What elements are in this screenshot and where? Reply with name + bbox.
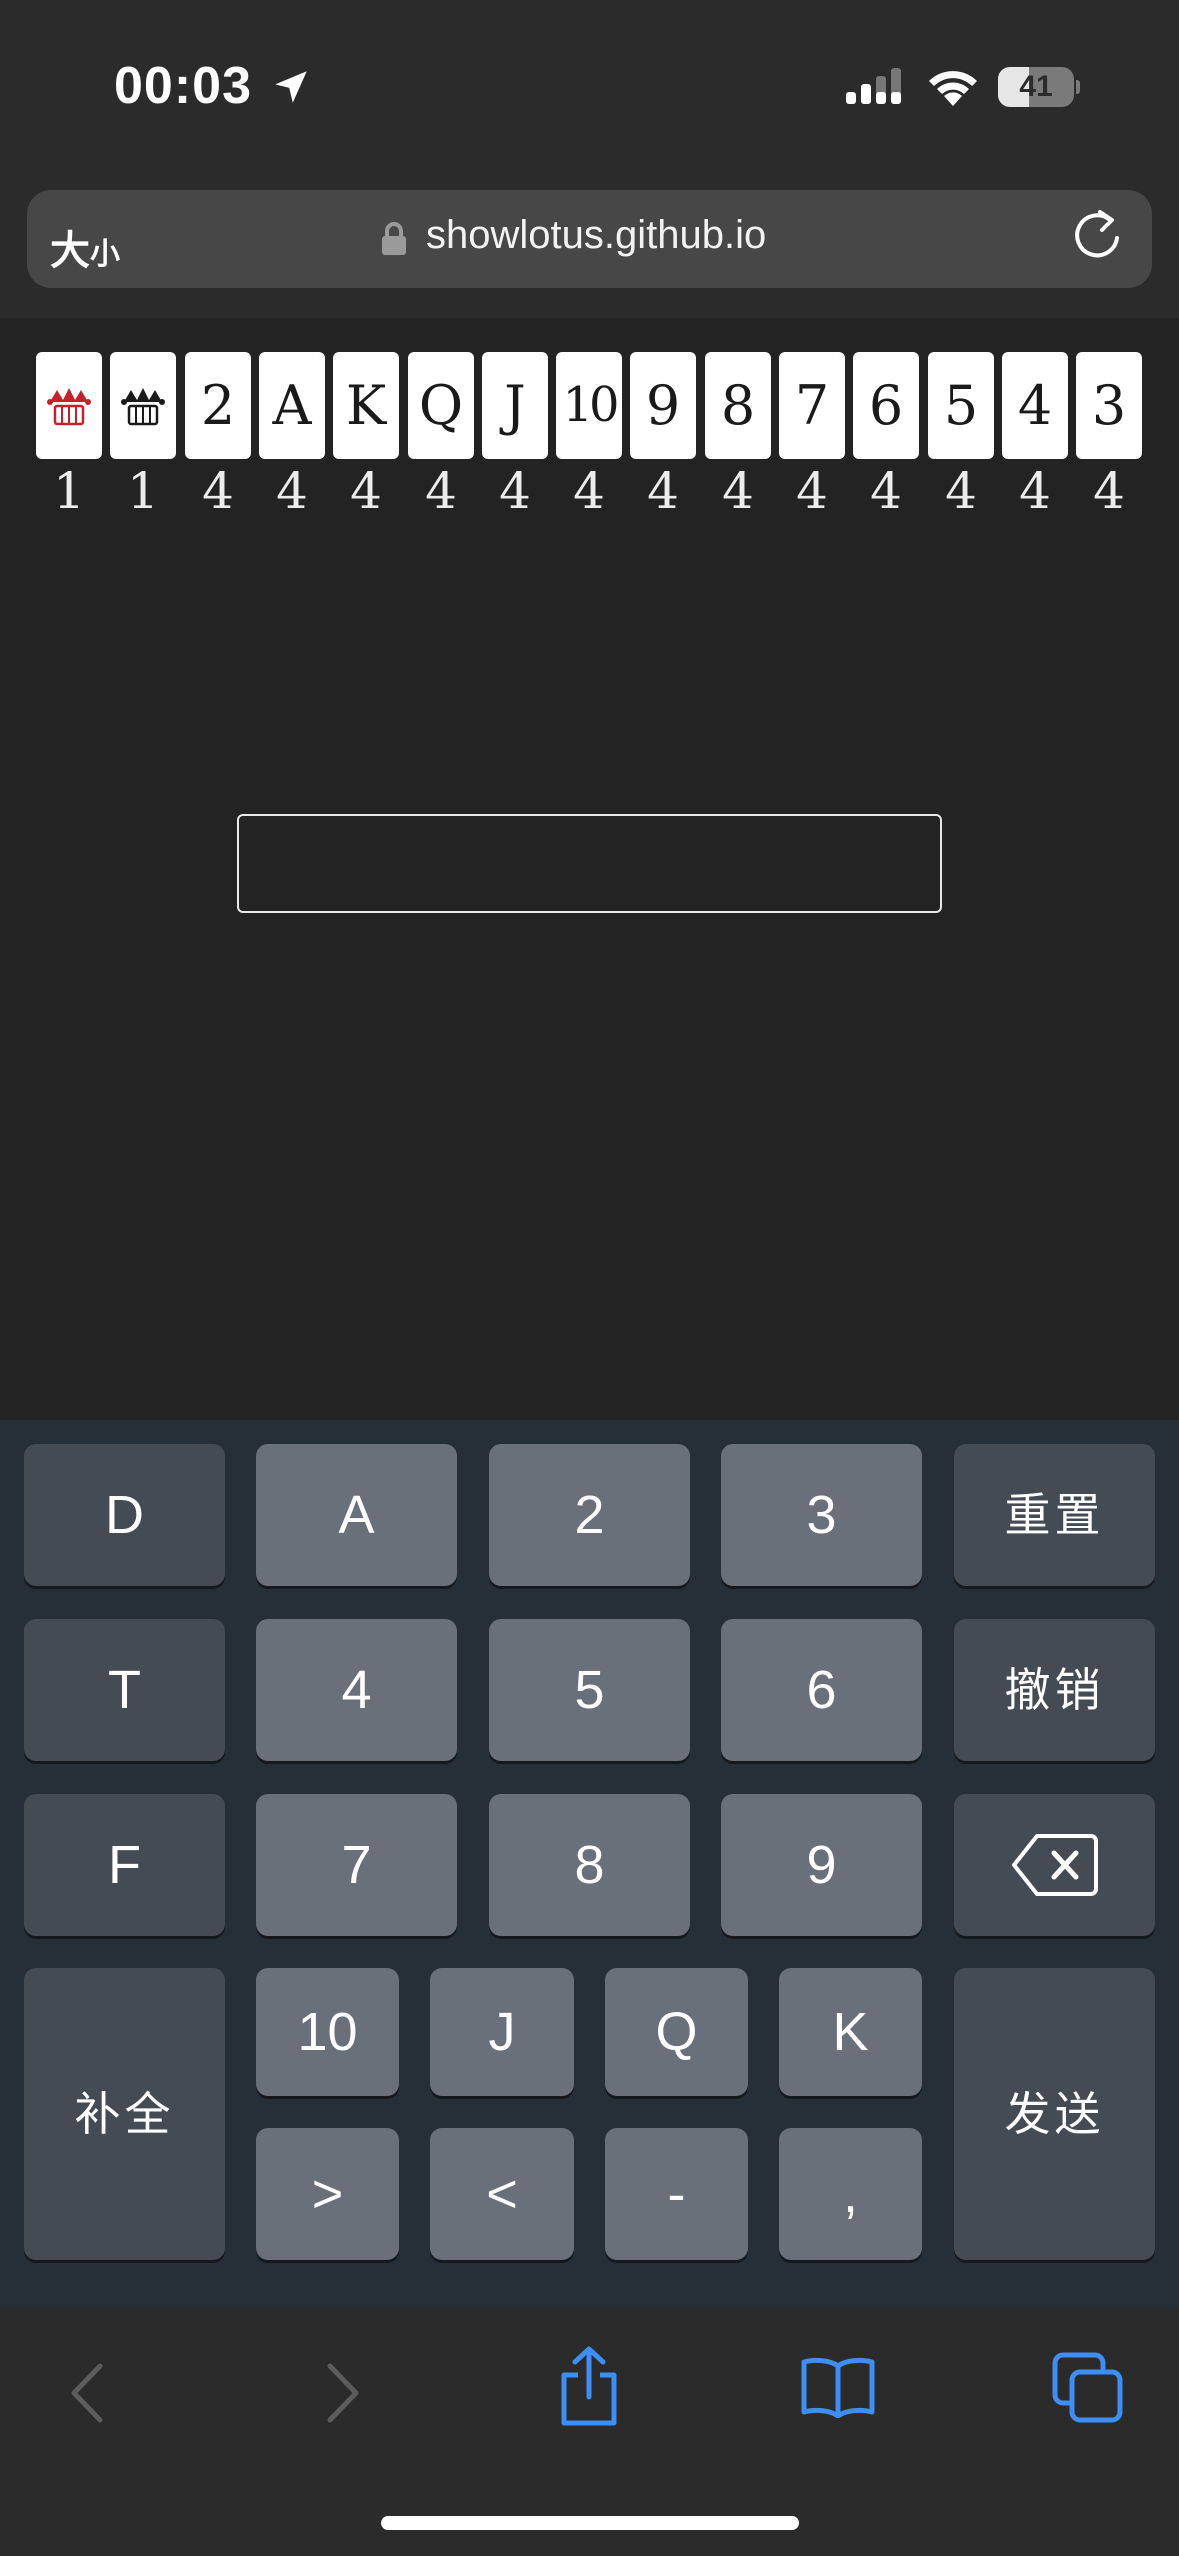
battery-indicator: 41 <box>998 67 1080 107</box>
key-a[interactable]: A <box>256 1444 457 1586</box>
key-5[interactable]: 5 <box>489 1619 690 1761</box>
key-d[interactable]: D <box>24 1444 225 1586</box>
card-count: 4 <box>276 462 308 520</box>
battery-level: 41 <box>1019 70 1053 103</box>
card-count: 4 <box>350 462 382 520</box>
fill-all-button[interactable]: 补全 <box>24 1968 225 2260</box>
card-count: 4 <box>647 462 679 520</box>
lock-icon <box>382 222 406 255</box>
cellular-signal-icon <box>846 68 901 104</box>
card-count: 1 <box>53 462 85 520</box>
command-input[interactable] <box>237 814 942 913</box>
card-7[interactable]: 7 <box>779 352 845 459</box>
card-black-joker[interactable] <box>110 352 176 459</box>
card-count: 4 <box>870 462 902 520</box>
card-count: 1 <box>127 462 159 520</box>
key-j[interactable]: J <box>430 1968 574 2096</box>
key-comma[interactable]: , <box>779 2128 922 2260</box>
card-count: 4 <box>722 462 754 520</box>
back-icon[interactable] <box>66 2360 108 2426</box>
reload-icon[interactable] <box>1072 208 1124 264</box>
key-dash[interactable]: - <box>605 2128 748 2260</box>
card-keyboard: D A 2 3 重置 T 4 5 6 撤销 F 7 8 9 补全 10 J Q … <box>0 1420 1179 2308</box>
card-2[interactable]: 2 <box>185 352 251 459</box>
card-9[interactable]: 9 <box>630 352 696 459</box>
card-count: 4 <box>425 462 457 520</box>
key-7[interactable]: 7 <box>256 1794 457 1936</box>
card-5[interactable]: 5 <box>928 352 994 459</box>
forward-icon[interactable] <box>322 2360 364 2426</box>
card-count: 4 <box>202 462 234 520</box>
key-4[interactable]: 4 <box>256 1619 457 1761</box>
card-10[interactable]: 10 <box>556 352 622 459</box>
url-text[interactable]: showlotus.github.io <box>426 213 766 258</box>
key-q[interactable]: Q <box>605 1968 748 2096</box>
key-2[interactable]: 2 <box>489 1444 690 1586</box>
key-t[interactable]: T <box>24 1619 225 1761</box>
tabs-icon[interactable] <box>1052 2352 1124 2424</box>
key-k[interactable]: K <box>779 1968 922 2096</box>
card-count: 4 <box>1093 462 1125 520</box>
backspace-button[interactable] <box>954 1794 1155 1936</box>
card-j[interactable]: J <box>482 352 548 459</box>
status-time: 00:03 <box>114 57 252 115</box>
card-4[interactable]: 4 <box>1002 352 1068 459</box>
card-count: 4 <box>1019 462 1051 520</box>
card-count: 4 <box>573 462 605 520</box>
send-button[interactable]: 发送 <box>954 1968 1155 2260</box>
status-bar: 00:03 41 <box>0 0 1179 180</box>
key-less-than[interactable]: < <box>430 2128 574 2260</box>
reset-button[interactable]: 重置 <box>954 1444 1155 1586</box>
card-3[interactable]: 3 <box>1076 352 1142 459</box>
card-count: 4 <box>499 462 531 520</box>
key-6[interactable]: 6 <box>721 1619 922 1761</box>
key-f[interactable]: F <box>24 1794 225 1936</box>
card-count: 4 <box>945 462 977 520</box>
home-indicator <box>381 2516 799 2530</box>
card-a[interactable]: A <box>259 352 325 459</box>
card-k[interactable]: K <box>333 352 399 459</box>
key-greater-than[interactable]: > <box>256 2128 399 2260</box>
undo-button[interactable]: 撤销 <box>954 1619 1155 1761</box>
card-count: 4 <box>796 462 828 520</box>
share-icon[interactable] <box>556 2345 622 2427</box>
card-8[interactable]: 8 <box>705 352 771 459</box>
key-9[interactable]: 9 <box>721 1794 922 1936</box>
card-red-joker[interactable] <box>36 352 102 459</box>
key-10[interactable]: 10 <box>256 1968 399 2096</box>
bookmarks-icon[interactable] <box>800 2356 876 2418</box>
card-6[interactable]: 6 <box>853 352 919 459</box>
key-8[interactable]: 8 <box>489 1794 690 1936</box>
location-arrow-icon <box>275 71 307 103</box>
text-size-button[interactable]: 大小 <box>50 218 120 276</box>
backspace-icon <box>1011 1834 1098 1896</box>
card-q[interactable]: Q <box>408 352 474 459</box>
key-3[interactable]: 3 <box>721 1444 922 1586</box>
wifi-icon <box>929 71 977 106</box>
